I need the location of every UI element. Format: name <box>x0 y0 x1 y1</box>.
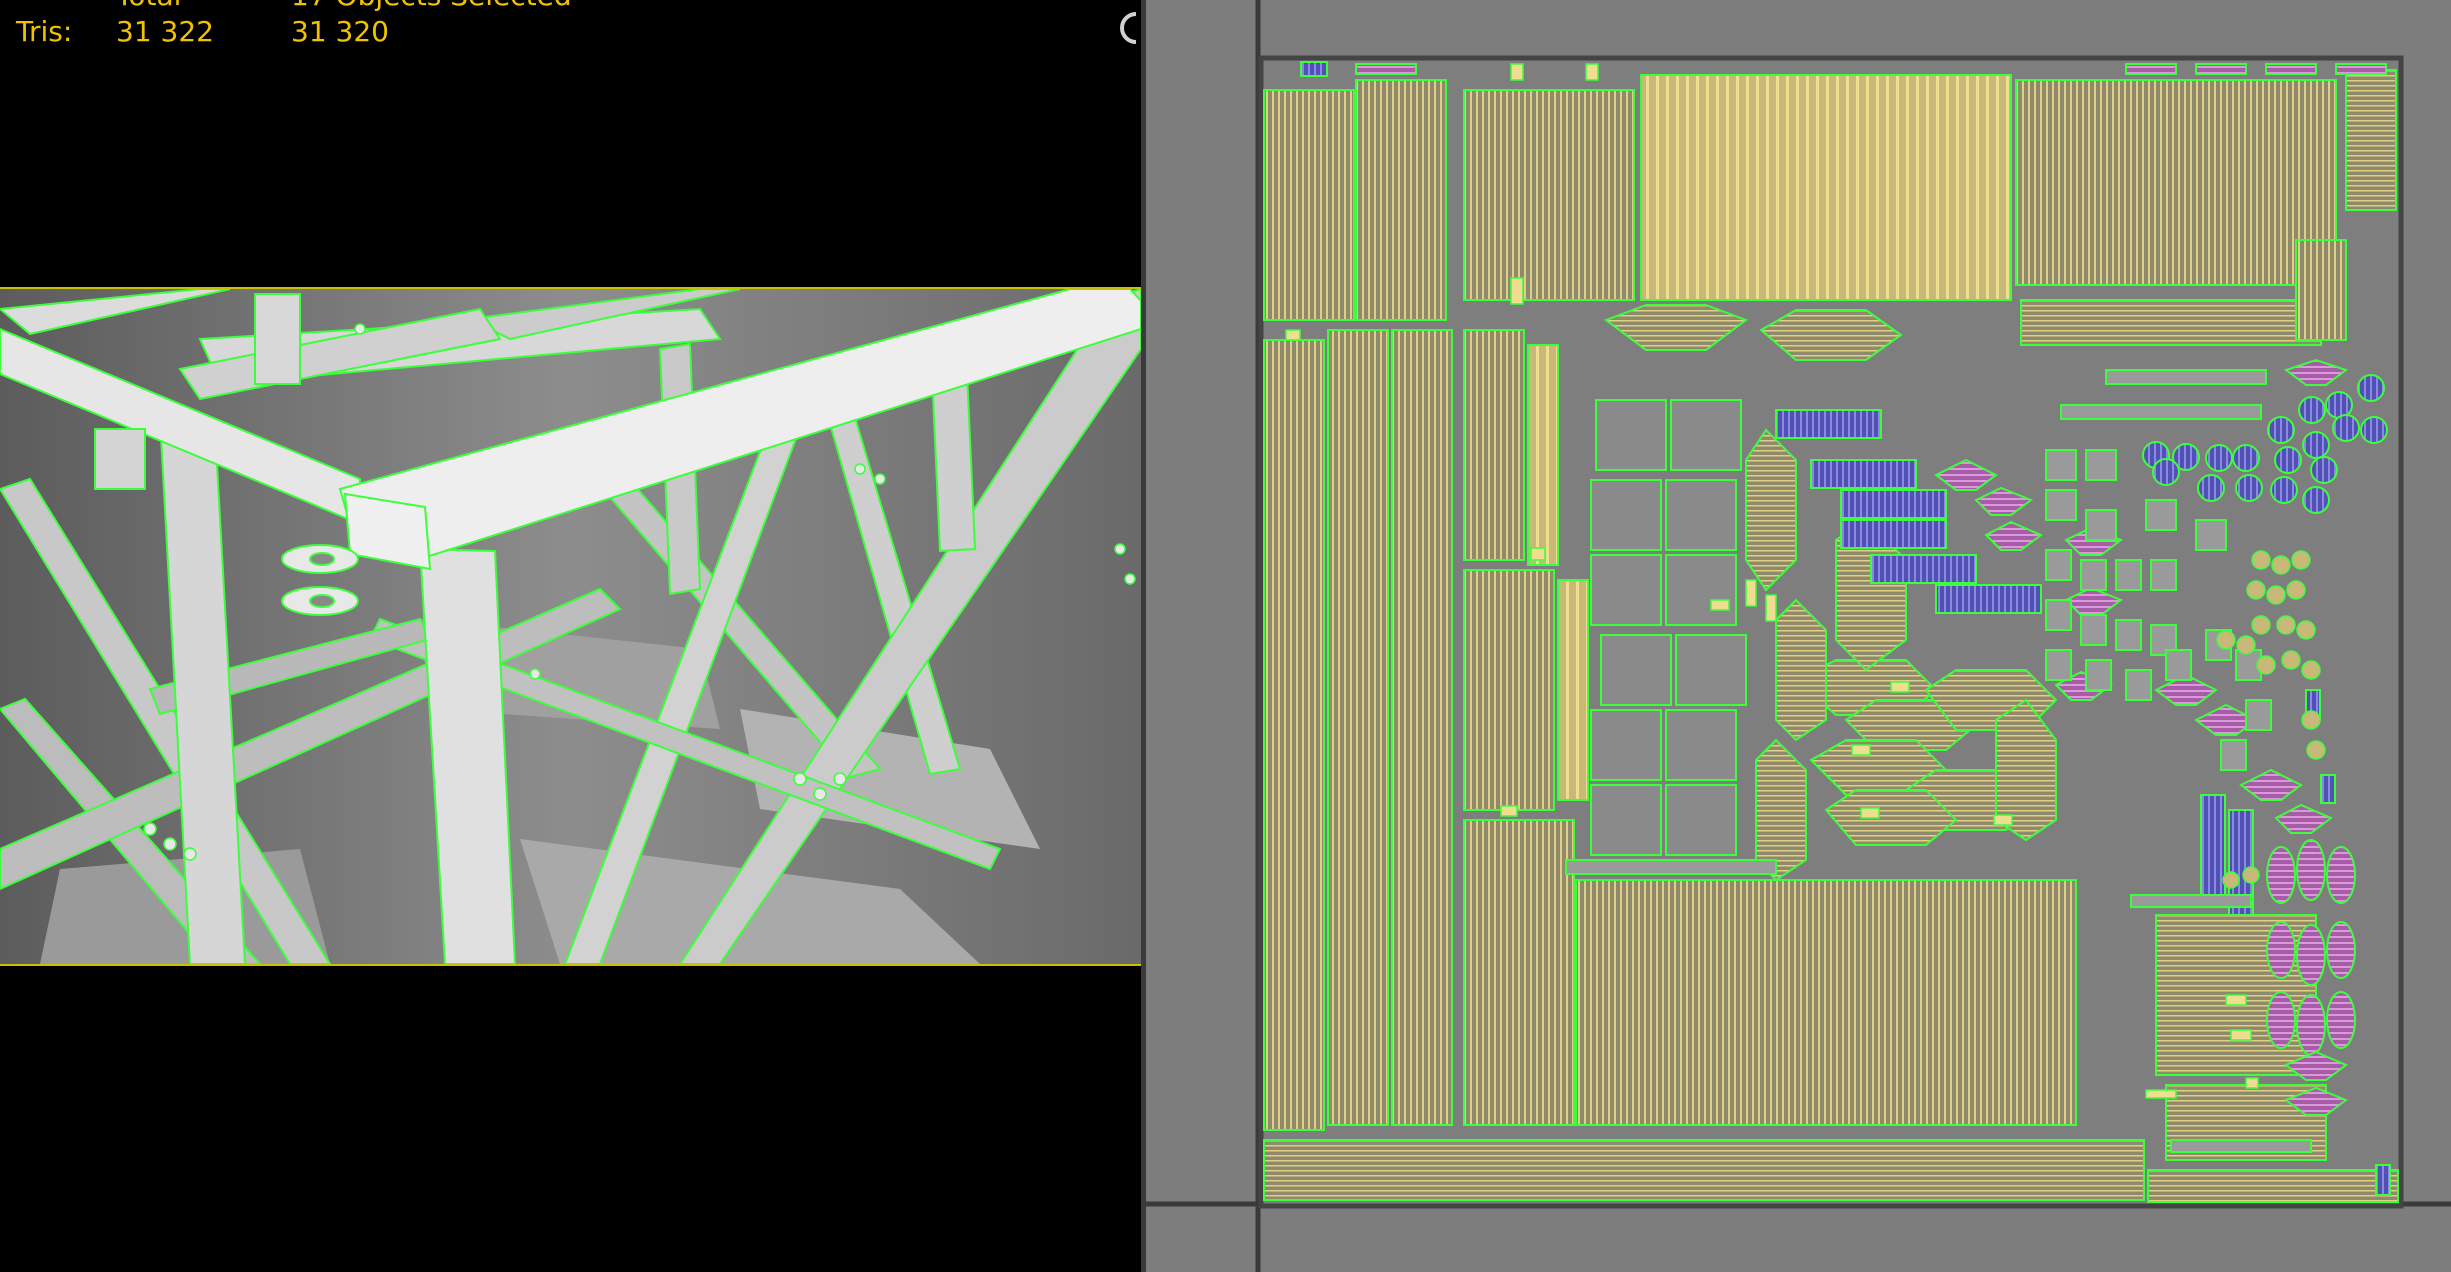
tris-label: Tris: <box>16 15 73 48</box>
truss-wireframe-render <box>0 289 1141 964</box>
render-frame[interactable] <box>0 287 1141 966</box>
uv-editor[interactable] <box>1146 0 2451 1272</box>
tris-selected-value: 31 320 <box>291 15 389 48</box>
orbit-gizmo-icon[interactable] <box>1108 8 1140 48</box>
tris-total-value: 31 322 <box>116 15 214 48</box>
stats-selected-header: 17 Objects Selected <box>291 0 572 14</box>
3d-viewport[interactable]: Total 17 Objects Selected Tris: 31 322 3… <box>0 0 1141 1272</box>
stats-total-header: Total <box>116 0 181 14</box>
uv-layout <box>1146 0 2451 1272</box>
